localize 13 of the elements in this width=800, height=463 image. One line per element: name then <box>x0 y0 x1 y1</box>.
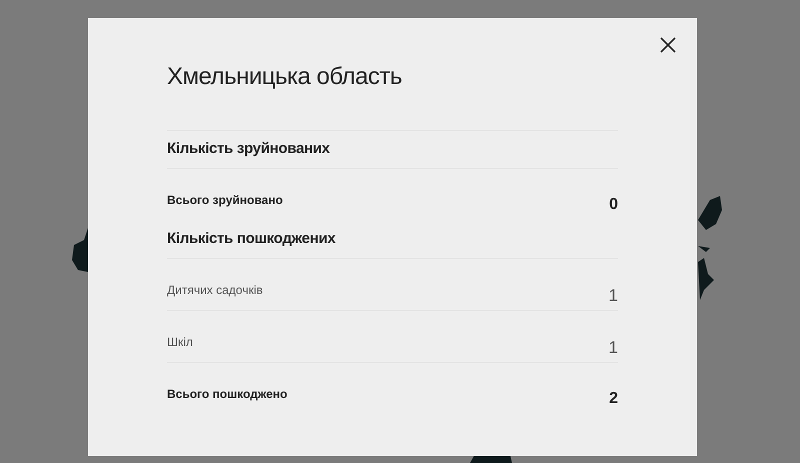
row-value: 0 <box>609 195 618 215</box>
row-label: Всього пошкоджено <box>167 386 288 403</box>
row-label: Дитячих садочків <box>167 282 263 299</box>
row-value: 2 <box>609 389 618 409</box>
close-button[interactable] <box>660 37 676 53</box>
section-heading: Кількість зруйнованих <box>167 139 330 160</box>
row-label: Всього зруйновано <box>167 192 283 209</box>
row-label: Шкіл <box>167 334 193 351</box>
close-icon <box>660 37 676 53</box>
section-heading: Кількість пошкоджених <box>167 229 336 250</box>
dialog-title: Хмельницька область <box>167 62 403 92</box>
row-value: 1 <box>608 337 618 359</box>
row-value: 1 <box>608 285 618 307</box>
